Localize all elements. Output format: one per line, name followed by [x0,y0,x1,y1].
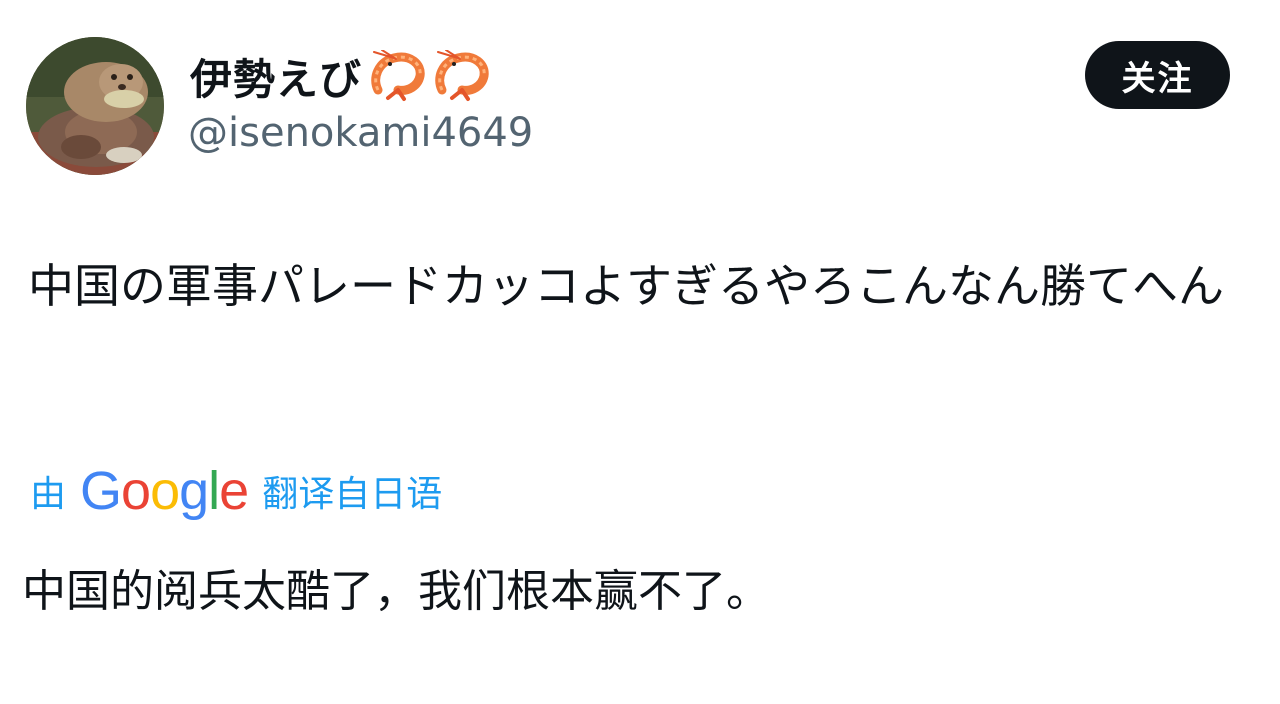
avatar[interactable] [26,37,164,175]
otter-plush-avatar-icon [26,37,164,175]
shrimp-icon [435,50,489,101]
cutoff-text [22,692,642,704]
tweet-text: 中国の軍事パレードカッコよすぎるやろこんなん勝てへん [28,259,1224,313]
user-handle[interactable]: @isenokami4649 [188,110,533,156]
translated-by-google[interactable]: 由 Google 翻译自日语 [30,458,442,524]
follow-button[interactable]: 关注 [1085,41,1230,109]
display-name[interactable]: 伊勢えび [190,48,490,104]
google-logo: Google [80,461,249,521]
translated-by-suffix: 翻译自日语 [262,474,443,515]
cutoff-content [22,692,642,704]
translated-tweet-text: 中国的阅兵太酷了，我们根本赢不了。 [22,566,770,617]
shrimp-icon [371,50,425,101]
translated-by-prefix: 由 [30,474,67,515]
display-name-text: 伊勢えび [190,54,363,104]
